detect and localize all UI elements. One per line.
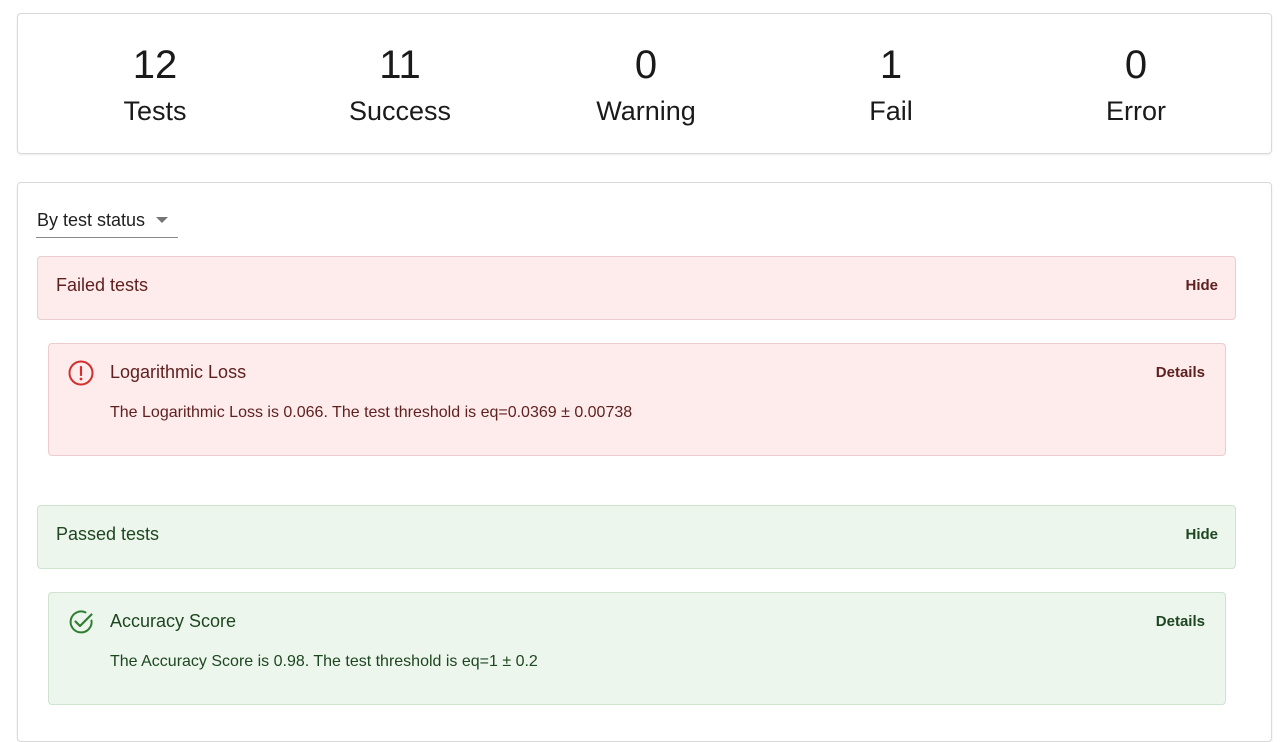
status-filter-select[interactable]: By test status [36,205,178,238]
failed-tests-title: Failed tests [56,275,149,295]
test-card-logarithmic-loss: Logarithmic Loss Details The Logarithmic… [48,343,1226,456]
results-panel: By test status Failed tests Hide Logarit… [17,182,1272,742]
stat-value: 0 [634,43,658,87]
status-filter-value: By test status [37,210,146,230]
stat-label: Error [1106,96,1166,126]
failed-tests-header: Failed tests Hide [37,256,1236,320]
chevron-down-icon [156,217,168,223]
stat-label: Fail [869,96,913,126]
test-name: Logarithmic Loss [110,362,247,382]
stat-label: Success [348,96,452,126]
test-description: The Logarithmic Loss is 0.066. The test … [110,404,633,421]
test-card-accuracy-score: Accuracy Score Details The Accuracy Scor… [48,592,1226,705]
details-button[interactable]: Details [1156,612,1205,632]
stat-value: 11 [379,43,421,87]
stat-value: 0 [1124,43,1148,87]
passed-tests-header: Passed tests Hide [37,505,1236,569]
hide-failed-button[interactable]: Hide [1185,276,1218,296]
summary-panel: 12 Tests 11 Success 0 Warning 1 Fail 0 E… [17,13,1272,154]
details-button[interactable]: Details [1156,363,1205,383]
stat-value: 12 [132,43,178,87]
stat-label: Tests [123,96,187,126]
stat-value: 1 [879,43,903,87]
hide-passed-button[interactable]: Hide [1185,525,1218,545]
check-circle-icon [69,610,93,634]
error-circle-icon [68,360,94,386]
stat-label: Warning [596,96,696,126]
passed-tests-title: Passed tests [56,524,160,544]
test-description: The Accuracy Score is 0.98. The test thr… [110,653,538,670]
test-name: Accuracy Score [110,611,237,631]
